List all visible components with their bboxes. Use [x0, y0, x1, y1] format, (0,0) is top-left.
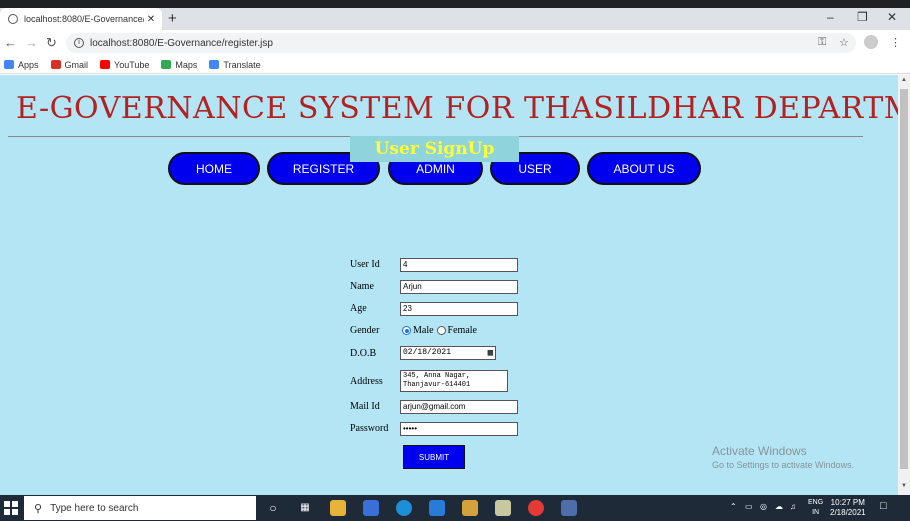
user-id-input[interactable]: 4: [400, 258, 518, 272]
tab-strip: localhost:8080/E-Governance/re ✕ + – ❐ ✕: [0, 8, 910, 30]
nav-home-button[interactable]: HOME: [168, 152, 260, 185]
dob-value: 02/18/2021: [403, 348, 452, 357]
mail-input[interactable]: arjun@gmail.com: [400, 400, 518, 414]
bookmark-gmail[interactable]: Gmail: [50, 60, 88, 70]
battery-icon[interactable]: ▭: [745, 502, 753, 511]
youtube-icon: [100, 60, 111, 69]
notepad-app-icon[interactable]: [561, 500, 577, 516]
taskbar-clock[interactable]: 10:27 PM 2/18/2021: [830, 498, 866, 518]
windows-start-icon[interactable]: [4, 501, 18, 515]
activation-watermark: Activate Windows Go to Settings to activ…: [712, 444, 854, 470]
submit-button[interactable]: SUBMIT: [403, 445, 465, 469]
dob-label: D.O.B: [350, 348, 377, 359]
tab-close-icon[interactable]: ✕: [144, 14, 158, 25]
scroll-up-icon[interactable]: ▲: [901, 77, 907, 83]
search-placeholder: Type here to search: [50, 502, 139, 514]
password-input[interactable]: •••••: [400, 422, 518, 436]
network-icon[interactable]: ◎: [760, 502, 767, 511]
chrome-icon[interactable]: [528, 500, 544, 516]
clock-date: 2/18/2021: [830, 508, 866, 517]
cortana-icon[interactable]: ○: [265, 500, 281, 516]
password-label: Password: [350, 423, 389, 434]
notification-icon[interactable]: □: [880, 500, 887, 512]
user-id-label: User Id: [350, 259, 380, 270]
taskbar-search[interactable]: ⚲ Type here to search: [24, 496, 256, 520]
gender-radio-group: Male Female: [402, 325, 477, 336]
forward-icon[interactable]: →: [25, 35, 38, 50]
tray-expand-icon[interactable]: ⌃: [730, 502, 737, 511]
search-icon: ⚲: [34, 502, 43, 515]
star-icon[interactable]: ☆: [839, 36, 849, 49]
close-window-icon[interactable]: ✕: [887, 10, 897, 24]
address-label: Address: [350, 376, 383, 387]
window-titlebar: [0, 0, 910, 8]
store-icon[interactable]: [363, 500, 379, 516]
male-radio[interactable]: [402, 326, 411, 335]
file-explorer-icon[interactable]: [330, 500, 346, 516]
dob-input[interactable]: 02/18/2021 ▦: [400, 346, 496, 360]
calendar-icon[interactable]: ▦: [488, 347, 493, 359]
address-bar[interactable]: i localhost:8080/E-Governance/register.j…: [66, 33, 856, 53]
male-option-label: Male: [413, 325, 434, 336]
bookmarks-bar: Apps Gmail YouTube Maps Translate: [0, 56, 910, 74]
scroll-down-icon[interactable]: ▼: [901, 483, 907, 489]
age-label: Age: [350, 303, 367, 314]
page-scrollbar[interactable]: ▲ ▼: [898, 75, 910, 495]
watermark-line2: Go to Settings to activate Windows.: [712, 460, 855, 470]
taskbar: ⚲ Type here to search ○ ▦ ⌃ ▭ ◎ ☁ ♫ ENG …: [0, 495, 910, 521]
reload-icon[interactable]: ↻: [46, 35, 57, 51]
scroll-thumb[interactable]: [900, 89, 908, 469]
back-icon[interactable]: ←: [4, 35, 17, 50]
url-text: localhost:8080/E-Governance/register.jsp: [90, 37, 273, 49]
globe-icon: [8, 14, 18, 24]
bookmark-youtube[interactable]: YouTube: [100, 60, 149, 70]
gender-label: Gender: [350, 325, 380, 336]
age-input[interactable]: 23: [400, 302, 518, 316]
task-view-icon[interactable]: ▦: [297, 500, 313, 516]
name-label: Name: [350, 281, 374, 292]
page-heading: E-GOVERNANCE SYSTEM FOR THASILDHAR DEPAR…: [16, 91, 898, 126]
mail-label: Mail Id: [350, 401, 380, 412]
new-tab-button[interactable]: +: [168, 10, 177, 27]
bookmark-translate[interactable]: Translate: [209, 60, 261, 70]
profile-avatar[interactable]: [864, 35, 878, 49]
volume-icon[interactable]: ♫: [790, 502, 796, 511]
bookmark-maps[interactable]: Maps: [161, 60, 197, 70]
bookmark-apps[interactable]: Apps: [4, 60, 39, 70]
female-radio[interactable]: [436, 326, 446, 335]
nav-about-button[interactable]: ABOUT US: [587, 152, 701, 185]
language-indicator[interactable]: ENG IN: [808, 498, 823, 518]
minimize-icon[interactable]: –: [827, 10, 834, 24]
app-icon[interactable]: [462, 500, 478, 516]
maps-icon: [161, 60, 172, 69]
edge-icon[interactable]: [396, 500, 412, 516]
address-row: ← → ↻ i localhost:8080/E-Governance/regi…: [0, 30, 910, 56]
cloud-icon[interactable]: ☁: [775, 502, 783, 511]
restore-icon[interactable]: ❐: [857, 10, 868, 24]
watermark-line1: Activate Windows: [712, 444, 807, 458]
tab-title: localhost:8080/E-Governance/re: [24, 14, 144, 24]
mail-app-icon[interactable]: [429, 500, 445, 516]
translate-icon: [209, 60, 220, 69]
clock-time: 10:27 PM: [830, 498, 865, 507]
address-textarea[interactable]: 345, Anna Nagar, Thanjavur-614401: [400, 370, 508, 392]
gmail-icon: [50, 60, 61, 69]
game-app-icon[interactable]: [495, 500, 511, 516]
name-input[interactable]: Arjun: [400, 280, 518, 294]
menu-icon[interactable]: ⋮: [890, 36, 901, 49]
key-icon[interactable]: ⚿: [818, 36, 826, 49]
form-title: User SignUp: [350, 136, 519, 162]
site-info-icon[interactable]: i: [74, 38, 84, 48]
female-option-label: Female: [447, 325, 477, 336]
browser-tab[interactable]: localhost:8080/E-Governance/re ✕: [0, 8, 162, 30]
apps-icon: [4, 60, 14, 69]
